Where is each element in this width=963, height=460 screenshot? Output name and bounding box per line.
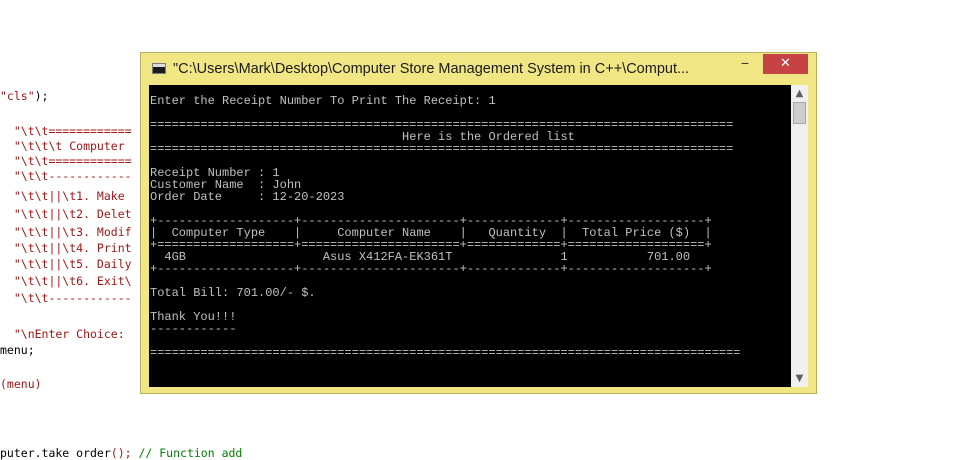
code-token: menu;	[0, 343, 35, 357]
console-line: Order Date : 12-20-2023	[150, 190, 345, 204]
console-line: ========================================…	[150, 142, 734, 156]
close-button[interactable]: ✕	[763, 54, 808, 74]
console-line: Total Bill: 701.00/- $.	[150, 286, 316, 300]
code-line: "\t\t||\t4. Print	[0, 241, 132, 255]
scroll-up-arrow-icon[interactable]: ▲	[791, 85, 808, 102]
code-line: "\t\t||\t3. Modif	[0, 225, 132, 239]
code-token: );	[34, 89, 49, 103]
console-line: ------------	[150, 322, 237, 336]
code-line: "\t\t\t Computer	[0, 139, 125, 153]
minimize-button[interactable]: −	[729, 55, 761, 75]
console-output-area[interactable]: Enter the Receipt Number To Print The Re…	[149, 85, 808, 387]
code-line: puter.take order(); // Function add	[0, 446, 242, 460]
code-line: (menu)	[0, 377, 42, 391]
code-token: "\t\t||\t3. Modif	[0, 225, 132, 239]
vertical-scrollbar[interactable]: ▲ ▼	[791, 85, 808, 387]
window-title: "C:\Users\Mark\Desktop\Computer Store Ma…	[173, 61, 690, 77]
code-token: "\t\t||\t5. Daily	[0, 257, 132, 271]
code-line: "\t\t||\t2. Delet	[0, 207, 132, 221]
code-token: "\t\t||\t4. Print	[0, 241, 132, 255]
title-bar[interactable]: "C:\Users\Mark\Desktop\Computer Store Ma…	[141, 53, 816, 85]
code-token: "\t\t------------	[0, 291, 132, 305]
code-token: puter.take order	[0, 446, 111, 460]
code-token: "\t\t============	[0, 154, 132, 168]
console-window[interactable]: "C:\Users\Mark\Desktop\Computer Store Ma…	[140, 52, 817, 394]
code-line: "\t\t============	[0, 124, 132, 138]
code-line: "\t\t------------	[0, 169, 132, 183]
console-line: +-------------------+-------------------…	[150, 262, 712, 276]
code-token: "\t\t\t Computer	[0, 139, 125, 153]
code-line: menu;	[0, 343, 35, 357]
console-output-text: Enter the Receipt Number To Print The Re…	[150, 95, 790, 387]
console-line: Thank You!!!	[150, 310, 237, 324]
scroll-thumb[interactable]	[793, 102, 806, 124]
code-token: "\t\t||\t2. Delet	[0, 207, 132, 221]
code-token: (menu)	[0, 377, 42, 391]
code-line: "\t\t||\t1. Make	[0, 189, 125, 203]
console-line: ========================================…	[150, 346, 741, 360]
code-line: "\nEnter Choice:	[0, 327, 132, 341]
console-app-icon	[152, 63, 166, 74]
code-token: "\t\t||\t1. Make	[0, 189, 125, 203]
code-token: "\t\t||\t6. Exit\	[0, 274, 132, 288]
code-line: "cls");	[0, 89, 48, 103]
code-token: "cls"	[0, 89, 35, 103]
code-token: // Function add	[131, 446, 243, 460]
code-token: "\t\t============	[0, 124, 132, 138]
scroll-down-arrow-icon[interactable]: ▼	[791, 370, 808, 387]
code-line: "\t\t||\t6. Exit\	[0, 274, 132, 288]
code-token: ();	[110, 446, 132, 460]
code-token: "\t\t------------	[0, 169, 132, 183]
code-line: "\t\t||\t5. Daily	[0, 257, 132, 271]
code-line: "\t\t------------	[0, 291, 132, 305]
code-token: "\nEnter Choice:	[0, 327, 132, 341]
console-line: Enter the Receipt Number To Print The Re…	[150, 94, 496, 108]
code-line: "\t\t============	[0, 154, 132, 168]
